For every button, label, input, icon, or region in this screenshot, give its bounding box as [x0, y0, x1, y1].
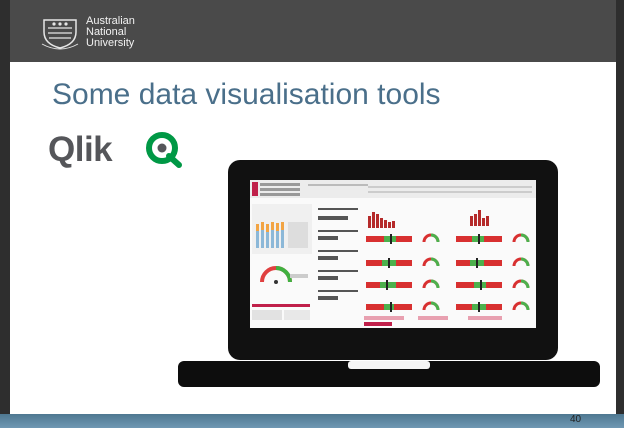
- anu-crest-icon: [41, 19, 79, 50]
- slide-title: Some data visualisation tools: [52, 78, 441, 111]
- anu-logo: Australian National University: [40, 12, 170, 56]
- left-edge: [0, 0, 10, 428]
- header-bar: Australian National University: [0, 0, 624, 62]
- qlik-logo: Qlik: [48, 130, 188, 170]
- page-number: 40: [570, 414, 582, 425]
- anu-wordmark: Australian National University: [86, 16, 135, 49]
- qlik-wordmark: Qlik: [48, 130, 113, 169]
- right-edge: [616, 0, 624, 428]
- logo-line-3: University: [86, 37, 135, 49]
- footer-bar: [0, 414, 624, 428]
- laptop-image: [178, 160, 600, 387]
- slide: Australian National University Some data…: [0, 0, 624, 428]
